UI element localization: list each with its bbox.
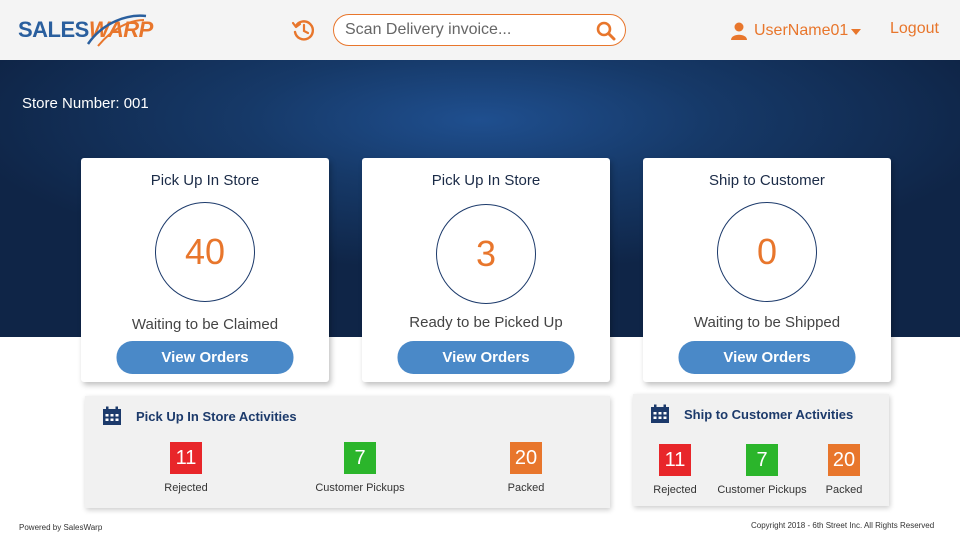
stat-packed[interactable]: 20 Packed (804, 444, 884, 496)
stat-value: 11 (659, 444, 691, 476)
calendar-icon (103, 406, 121, 425)
stat-label: Customer Pickups (315, 482, 405, 494)
panel-header: Pick Up In Store Activities (102, 406, 297, 426)
powered-by: Powered by SalesWarp (19, 523, 103, 532)
count-circle: 0 (717, 202, 817, 302)
stat-value: 20 (828, 444, 860, 476)
card-title: Pick Up In Store (431, 172, 541, 189)
view-orders-button[interactable]: View Orders (397, 341, 575, 374)
count-circle: 40 (155, 202, 255, 302)
stat-customer-pickups[interactable]: 7 Customer Pickups (305, 442, 415, 494)
panel-header: Ship to Customer Activities (650, 404, 853, 424)
logo-swoosh-icon (86, 14, 147, 47)
panel-title: Pick Up In Store Activities (136, 408, 297, 424)
view-orders-button[interactable]: View Orders (678, 341, 856, 374)
stat-value: 11 (170, 442, 202, 474)
stat-label: Rejected (164, 482, 208, 494)
scan-invoice-search (333, 14, 626, 46)
saleswarp-logo[interactable]: SALES WARP (18, 10, 153, 50)
stat-value: 20 (510, 442, 542, 474)
copyright: Copyright 2018 - 6th Street Inc. All Rig… (751, 521, 935, 530)
scan-invoice-input[interactable] (345, 19, 585, 41)
stat-label: Packed (825, 484, 863, 496)
card-caption: Waiting to be Claimed (131, 316, 279, 333)
card-caption: Waiting to be Shipped (693, 314, 841, 331)
ship-activities-panel: Ship to Customer Activities 11 Rejected … (633, 394, 889, 506)
caret-down-icon (851, 29, 862, 35)
stat-value: 7 (746, 444, 778, 476)
search-icon[interactable] (596, 21, 616, 41)
username-label: UserName01 (754, 22, 849, 39)
panel-title: Ship to Customer Activities (684, 406, 854, 422)
card-title: Pick Up In Store (150, 172, 260, 189)
stat-packed[interactable]: 20 Packed (471, 442, 581, 494)
user-icon (731, 22, 747, 40)
card-caption: Ready to be Picked Up (409, 314, 563, 331)
history-icon[interactable] (291, 18, 315, 42)
card-title: Ship to Customer (709, 172, 825, 189)
stat-rejected[interactable]: 11 Rejected (131, 442, 241, 494)
logout-link[interactable]: Logout (890, 20, 939, 38)
view-orders-button[interactable]: View Orders (116, 341, 294, 374)
card-pickup-waiting: Pick Up In Store 40 Waiting to be Claime… (81, 158, 329, 382)
top-header: SALESWARP UserName01 Logout (0, 0, 960, 60)
card-ship-waiting: Ship to Customer 0 Waiting to be Shipped… (643, 158, 891, 382)
count-circle: 3 (436, 204, 536, 304)
calendar-icon (651, 404, 669, 423)
store-number: Store Number: 001 (22, 95, 149, 112)
stat-label: Packed (507, 482, 545, 494)
stat-value: 7 (344, 442, 376, 474)
card-pickup-ready: Pick Up In Store 3 Ready to be Picked Up… (362, 158, 610, 382)
stat-label: Customer Pickups (717, 484, 807, 496)
pickup-activities-panel: Pick Up In Store Activities 11 Rejected … (85, 396, 610, 508)
stat-customer-pickups[interactable]: 7 Customer Pickups (710, 444, 814, 496)
user-menu[interactable]: UserName01 (731, 20, 862, 42)
